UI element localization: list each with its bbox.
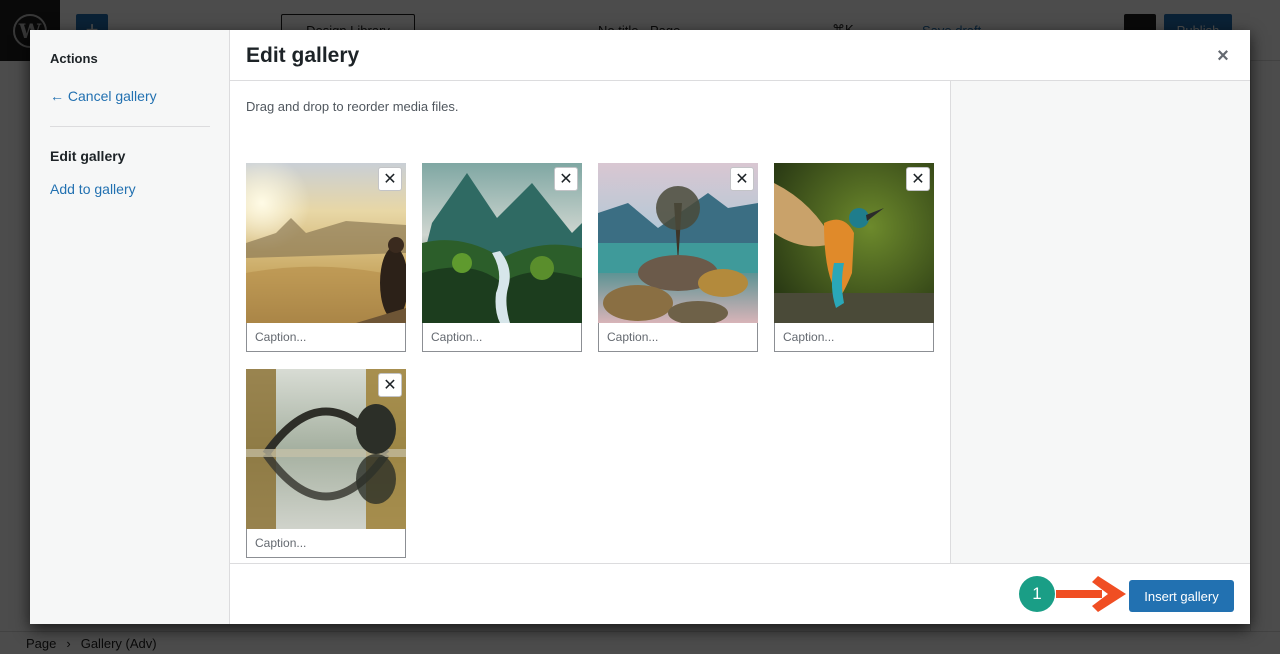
remove-attachment-icon[interactable]: ✕ [378,373,402,397]
caption-input[interactable] [246,529,406,558]
attachment-details-panel [950,81,1250,563]
step-number-badge: 1 [1019,576,1055,612]
caption-input[interactable] [598,323,758,352]
close-icon[interactable]: × [1205,42,1241,70]
attachment-item[interactable]: ✕ [246,163,406,353]
gallery-content: Drag and drop to reorder media files. ✕ … [230,81,950,563]
menu-item-add-to-gallery[interactable]: Add to gallery [50,181,136,197]
caption-input[interactable] [246,323,406,352]
attachment-item[interactable]: ✕ [246,369,406,559]
attachment-item[interactable]: ✕ [422,163,582,353]
menu-separator [50,126,210,127]
arrow-right-icon [1056,576,1126,612]
remove-attachment-icon[interactable]: ✕ [730,167,754,191]
remove-attachment-icon[interactable]: ✕ [906,167,930,191]
instructions-text: Drag and drop to reorder media files. [246,99,459,114]
insert-gallery-button[interactable]: Insert gallery [1129,580,1234,612]
caption-input[interactable] [422,323,582,352]
modal-title-bar: Edit gallery [230,30,1250,81]
menu-heading: Actions [50,51,98,66]
remove-attachment-icon[interactable]: ✕ [554,167,578,191]
attachment-item[interactable]: ✕ [598,163,758,353]
attachment-item[interactable]: ✕ [774,163,934,353]
media-menu: Actions ← Cancel gallery Edit gallery Ad… [30,30,230,624]
cancel-gallery-link[interactable]: ← Cancel gallery [50,88,157,104]
modal-title: Edit gallery [246,44,360,67]
edit-gallery-modal: Actions ← Cancel gallery Edit gallery Ad… [30,30,1250,624]
menu-item-edit-gallery[interactable]: Edit gallery [50,148,125,164]
attachments-grid: ✕ ✕ [246,163,950,559]
caption-input[interactable] [774,323,934,352]
remove-attachment-icon[interactable]: ✕ [378,167,402,191]
